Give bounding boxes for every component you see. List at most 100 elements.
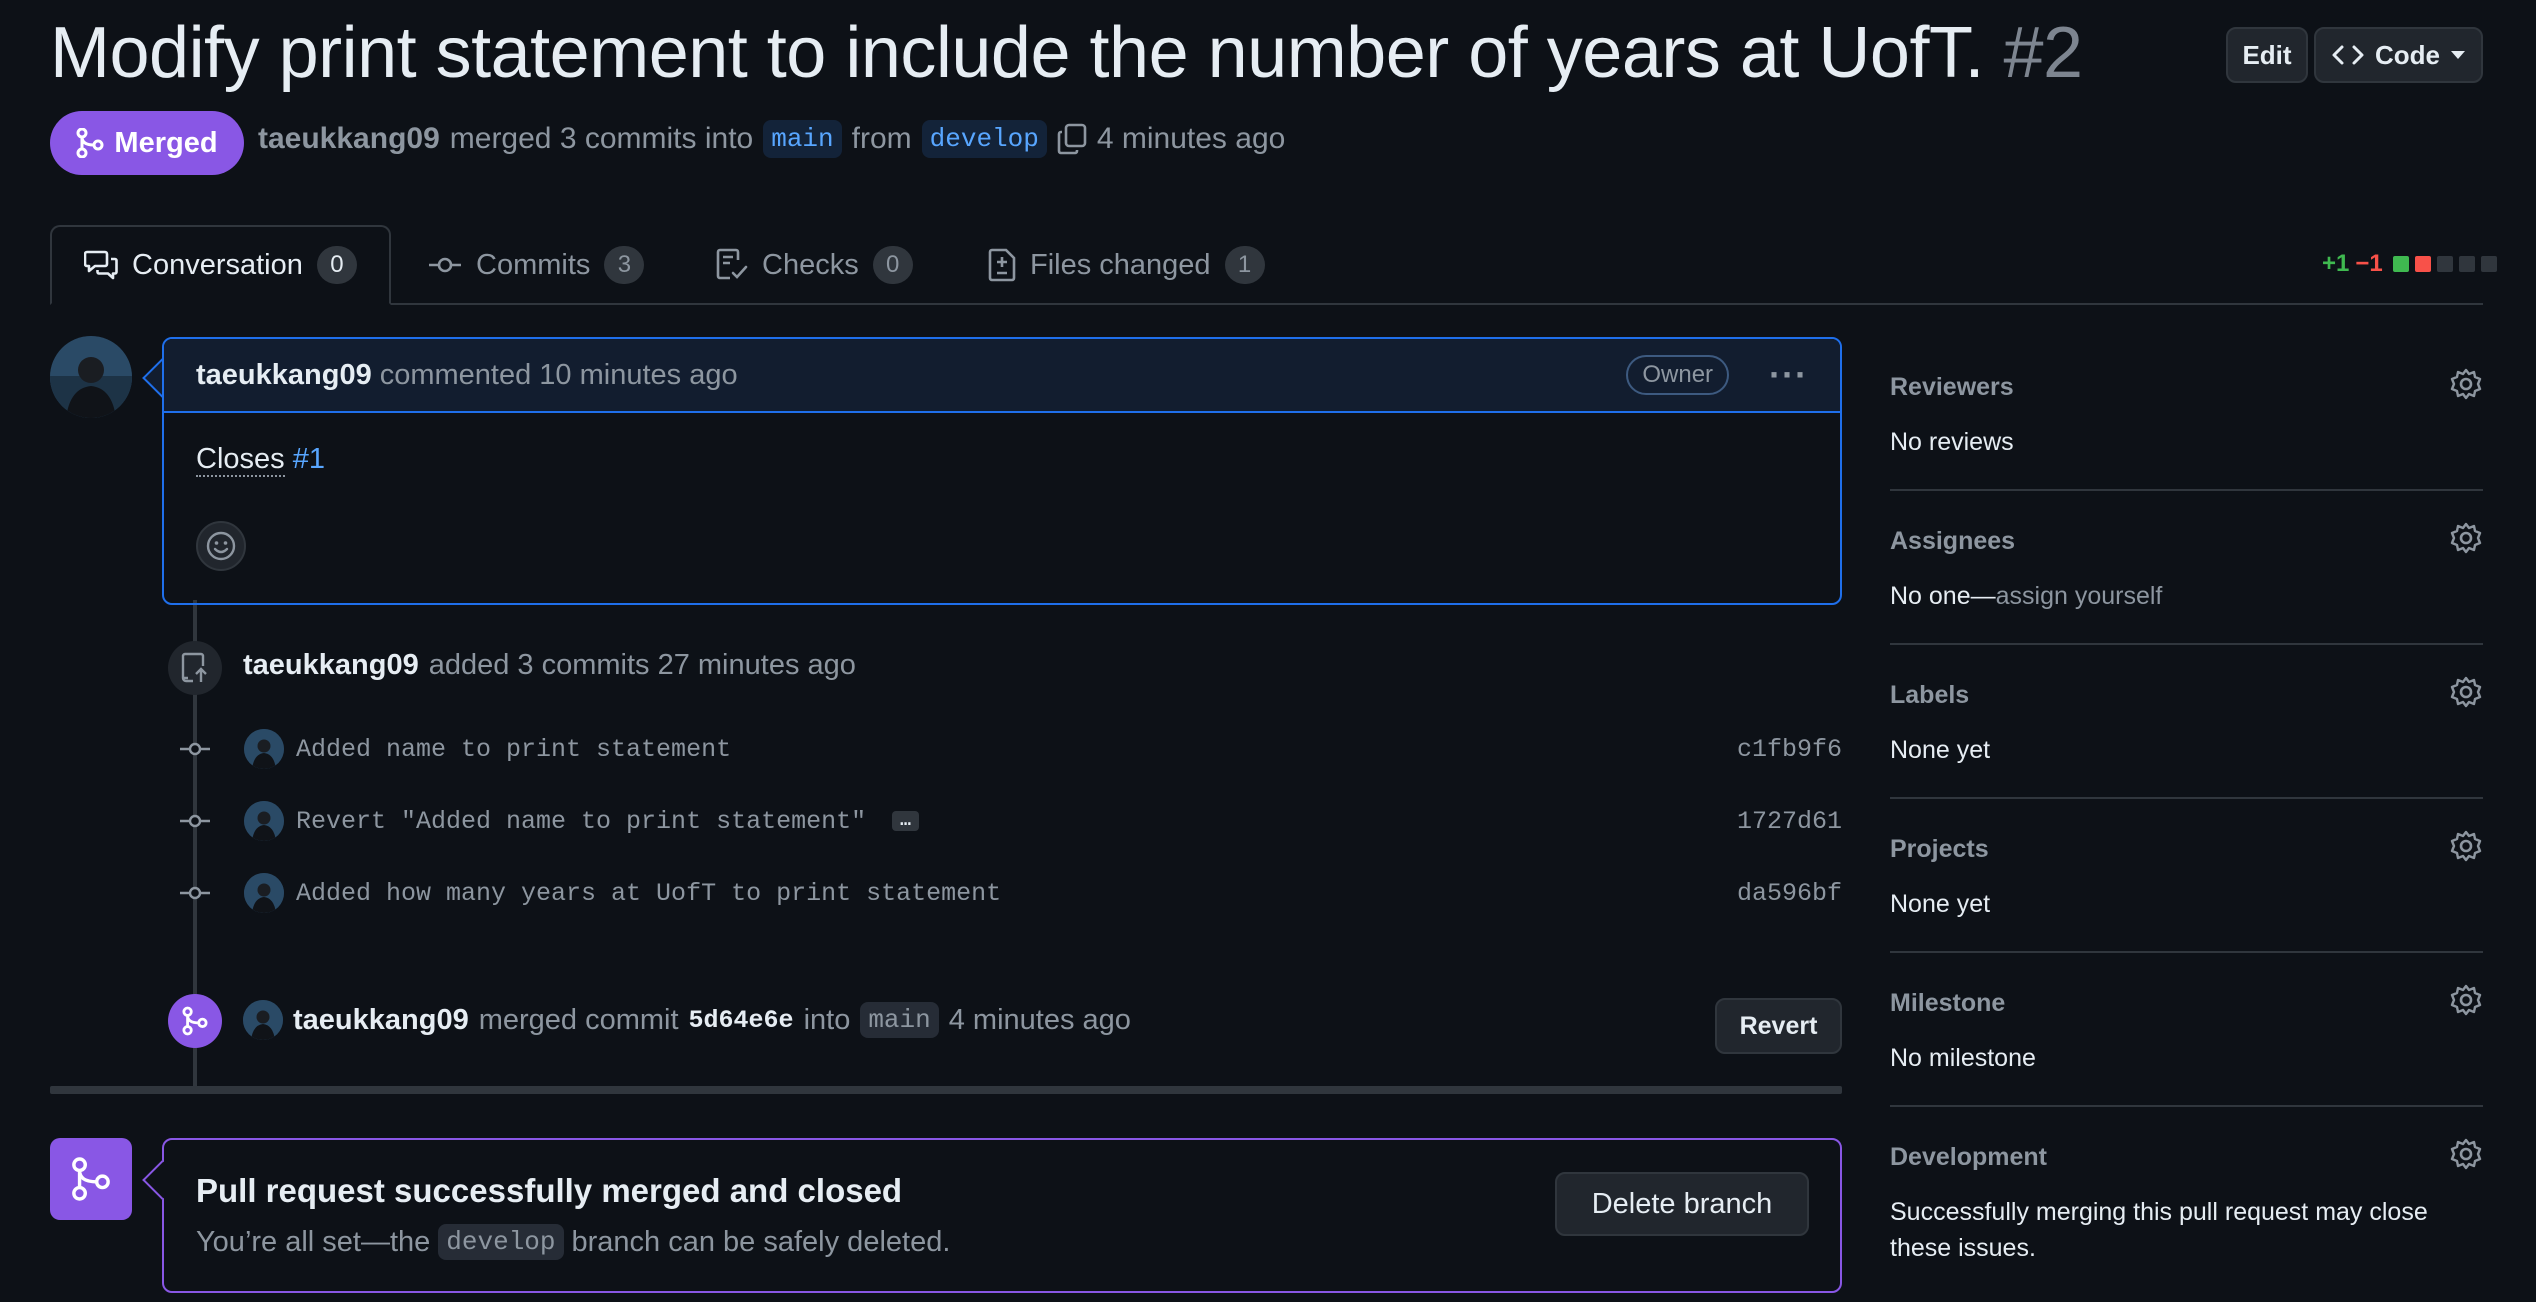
code-button-label: Code — [2375, 39, 2440, 70]
head-branch[interactable]: develop — [921, 120, 1047, 158]
owner-badge: Owner — [1626, 355, 1730, 395]
assign-yourself-link[interactable]: assign yourself — [1996, 582, 2163, 610]
sidebar-milestone-label[interactable]: Milestone — [1890, 989, 2483, 1018]
git-merge-icon — [50, 1138, 132, 1220]
delete-branch-label: Delete branch — [1591, 1187, 1773, 1220]
diffstat-block-neutral — [2458, 256, 2475, 272]
edit-button-label: Edit — [2242, 39, 2292, 70]
diffstat-deletions: −1 — [2355, 250, 2383, 277]
merged-box-title: Pull request successfully merged and clo… — [196, 1172, 903, 1209]
gear-icon[interactable] — [2449, 983, 2483, 1017]
comment-author[interactable]: taeukkang09 — [196, 359, 372, 392]
from-text: from — [851, 122, 912, 155]
base-branch[interactable]: main — [763, 120, 842, 158]
sidebar-reviewers-value: No reviews — [1890, 428, 2014, 456]
sidebar-divider — [1890, 1105, 2483, 1107]
merge-commit-sha[interactable]: 5d64e6e — [689, 1006, 794, 1035]
pr-title: Modify print statement to include the nu… — [50, 12, 2083, 94]
timeline-end-divider — [50, 1086, 1842, 1094]
avatar[interactable] — [243, 1000, 283, 1040]
merged-time: 4 minutes ago — [1096, 122, 1286, 155]
sidebar-assignees-value: No one—assign yourself — [1890, 578, 2483, 614]
tab-commits[interactable]: Commits 3 — [428, 225, 645, 305]
avatar[interactable] — [244, 873, 284, 913]
merged-status-badge: Merged — [50, 111, 244, 175]
kebab-menu-icon[interactable]: ··· — [1769, 354, 1808, 396]
comment-discussion-icon — [84, 249, 118, 281]
gear-icon[interactable] — [2449, 1137, 2483, 1171]
sidebar-labels-label[interactable]: Labels — [1890, 681, 2483, 710]
merge-target-branch[interactable]: main — [860, 1002, 939, 1038]
sidebar-assignees-text: No one— — [1890, 582, 1996, 610]
code-icon — [2331, 44, 2365, 66]
sidebar-assignees-label[interactable]: Assignees — [1890, 527, 2483, 556]
gear-icon[interactable] — [2449, 521, 2483, 555]
merged-status-label: Merged — [114, 126, 218, 159]
copy-icon[interactable] — [1057, 123, 1087, 155]
git-merge-icon — [168, 994, 222, 1048]
code-button[interactable]: Code — [2314, 27, 2483, 83]
commit-message-link[interactable]: Added how many years at UofT to print st… — [296, 879, 1001, 908]
revert-button[interactable]: Revert — [1715, 998, 1842, 1054]
tabs-divider — [50, 303, 2483, 305]
commits-event-author[interactable]: taeukkang09 — [243, 649, 419, 682]
edit-button[interactable]: Edit — [2226, 27, 2308, 83]
expand-commit-button[interactable]: … — [892, 811, 919, 831]
list-item: Revert "Added name to print statement" …… — [180, 796, 1842, 846]
chevron-down-icon — [2450, 50, 2466, 60]
merge-event-author[interactable]: taeukkang09 — [293, 1004, 469, 1037]
git-merge-icon — [76, 128, 104, 158]
commit-message-link[interactable]: Revert "Added name to print statement" — [296, 807, 866, 836]
sidebar-labels: Labels None yet — [1890, 676, 2483, 768]
tab-checks-count: 0 — [872, 246, 913, 284]
sidebar-development: Development Successfully merging this pu… — [1890, 1138, 2483, 1266]
merged-box-branch: develop — [438, 1224, 564, 1260]
merge-event-text: taeukkang09 merged commit 5d64e6e into m… — [243, 1000, 1131, 1040]
tab-files-changed-count: 1 — [1224, 246, 1265, 284]
merged-text: merged 3 commits into — [449, 122, 754, 155]
git-commit-icon — [180, 885, 210, 901]
tab-checks[interactable]: Checks 0 — [716, 225, 913, 305]
add-reaction-button[interactable] — [196, 521, 246, 571]
sidebar-assignees: Assignees No one—assign yourself — [1890, 522, 2483, 614]
commit-sha-link[interactable]: c1fb9f6 — [1737, 735, 1842, 764]
git-commit-icon — [180, 813, 210, 829]
diffstat-block-add — [2392, 256, 2409, 272]
gear-icon[interactable] — [2449, 829, 2483, 863]
issue-link[interactable]: #1 — [293, 443, 325, 475]
diffstat-additions: +1 — [2322, 250, 2350, 277]
comment-header: taeukkang09 commented 10 minutes ago Own… — [164, 339, 1840, 413]
avatar[interactable] — [50, 336, 132, 418]
tab-conversation[interactable]: Conversation 0 — [50, 225, 391, 305]
sidebar-projects-label[interactable]: Projects — [1890, 835, 2483, 864]
commit-message-link[interactable]: Added name to print statement — [296, 735, 731, 764]
sidebar-development-value: Successfully merging this pull request m… — [1890, 1198, 2428, 1262]
gear-icon[interactable] — [2449, 675, 2483, 709]
list-item: Added how many years at UofT to print st… — [180, 868, 1842, 918]
comment-body: Closes #1 — [164, 413, 1840, 506]
smiley-icon — [205, 530, 237, 562]
git-commit-icon — [180, 741, 210, 757]
diffstat[interactable]: +1 −1 — [2322, 250, 2497, 278]
avatar[interactable] — [244, 801, 284, 841]
commit-sha-link[interactable]: da596bf — [1737, 879, 1842, 908]
sidebar-divider — [1890, 951, 2483, 953]
tab-files-changed[interactable]: Files changed 1 — [988, 225, 1265, 305]
commit-sha-link[interactable]: 1727d61 — [1737, 807, 1842, 836]
checklist-icon — [716, 248, 748, 282]
merged-box-sub-suffix: branch can be safely deleted. — [571, 1225, 951, 1258]
pr-meta-line: taeukkang09 merged 3 commits into main f… — [258, 120, 1285, 158]
avatar[interactable] — [244, 729, 284, 769]
gear-icon[interactable] — [2449, 367, 2483, 401]
comment-body-text: Closes — [196, 443, 285, 477]
pr-author-link[interactable]: taeukkang09 — [258, 122, 440, 156]
tab-checks-label: Checks — [762, 248, 859, 281]
merge-into-text: into — [803, 1003, 851, 1036]
sidebar-reviewers-label[interactable]: Reviewers — [1890, 373, 2483, 402]
merged-box-subtitle: You’re all set—the develop branch can be… — [196, 1224, 950, 1260]
delete-branch-button[interactable]: Delete branch — [1555, 1172, 1809, 1236]
sidebar-reviewers: Reviewers No reviews — [1890, 368, 2483, 460]
sidebar-development-label[interactable]: Development — [1890, 1143, 2483, 1172]
tab-conversation-count: 0 — [316, 246, 357, 284]
tab-commits-label: Commits — [476, 248, 591, 281]
